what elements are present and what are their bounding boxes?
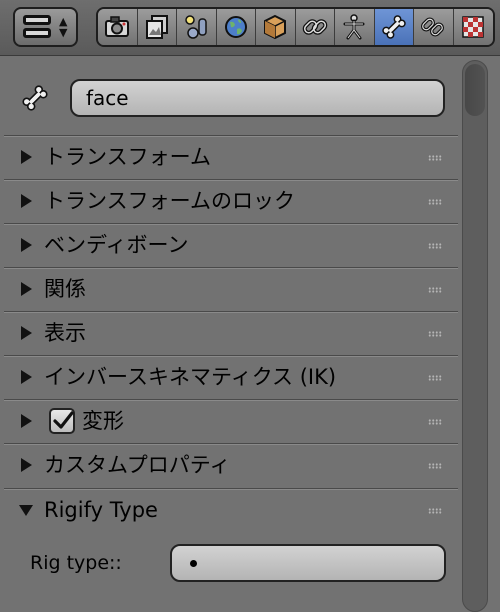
disclosure-triangle-down-icon <box>19 505 33 516</box>
drag-handle-icon[interactable] <box>428 243 442 249</box>
disclosure-triangle-right-icon <box>21 194 32 208</box>
panel-relations[interactable]: 関係 <box>4 267 458 310</box>
panel-label: ベンディボーン <box>44 233 189 257</box>
tab-texture[interactable] <box>453 9 493 45</box>
panel-bendy-bones[interactable]: ベンディボーン <box>4 223 458 266</box>
drag-handle-icon[interactable] <box>428 508 442 514</box>
scrollbar-thumb[interactable] <box>465 64 485 116</box>
disclosure-triangle-right-icon <box>21 326 32 340</box>
drag-handle-icon[interactable] <box>428 155 442 161</box>
bone-icon <box>22 85 48 111</box>
panel-deform[interactable]: 変形 <box>4 399 458 442</box>
panel-label: トランスフォームのロック <box>44 189 295 213</box>
stick-figure-icon <box>343 14 365 40</box>
tab-bone[interactable] <box>374 9 414 45</box>
chevron-up-down-icon: ▲ ▼ <box>59 15 68 39</box>
globe-icon <box>224 16 247 38</box>
panel-label: 変形 <box>82 409 124 433</box>
tab-object[interactable] <box>256 9 296 45</box>
panel-label: 関係 <box>44 277 86 301</box>
drag-handle-icon[interactable] <box>428 287 442 293</box>
tab-world[interactable] <box>216 9 256 45</box>
disclosure-triangle-right-icon <box>21 282 32 296</box>
drag-handle-icon[interactable] <box>428 463 442 469</box>
disclosure-triangle-right-icon <box>21 238 32 252</box>
panel-rigify-type[interactable]: Rigify Type <box>4 488 458 531</box>
drag-handle-icon[interactable] <box>428 375 442 381</box>
checkmark-icon <box>53 411 74 429</box>
drag-handle-icon[interactable] <box>428 419 442 425</box>
panel-transform-locks[interactable]: トランスフォームのロック <box>4 179 458 222</box>
panel-label: カスタムプロパティ <box>44 453 231 477</box>
chain-icon <box>302 19 328 35</box>
editor-type-selector[interactable]: ▲ ▼ <box>13 7 78 47</box>
disclosure-triangle-right-icon <box>21 458 32 472</box>
tab-render-layers[interactable] <box>137 9 177 45</box>
panel-label: インバースキネマティクス (IK) <box>44 365 337 389</box>
vertical-scrollbar[interactable] <box>462 60 488 612</box>
panel-custom-properties[interactable]: カスタムプロパティ <box>4 443 458 486</box>
scene-icon <box>185 15 207 39</box>
disclosure-triangle-right-icon <box>21 370 32 384</box>
disclosure-triangle-right-icon <box>21 414 32 428</box>
bone-constraint-icon <box>421 17 445 37</box>
properties-editor-icon <box>21 14 53 40</box>
bone-icon <box>382 15 406 39</box>
tab-bone-constraints[interactable] <box>414 9 454 45</box>
bone-properties-panel: face トランスフォーム トランスフォームのロック ベンディボーン 関係 表示… <box>0 57 458 612</box>
panel-display[interactable]: 表示 <box>4 311 458 354</box>
panel-label: 表示 <box>44 321 86 345</box>
layers-icon <box>145 15 168 39</box>
tab-armature[interactable] <box>335 9 375 45</box>
drag-handle-icon[interactable] <box>428 199 442 205</box>
rig-type-label: Rig type:: <box>30 552 122 574</box>
cube-icon <box>264 14 287 40</box>
properties-header: ▲ ▼ <box>0 0 500 56</box>
search-dot-icon <box>190 560 197 567</box>
bone-name-row: face <box>0 57 458 135</box>
deform-checkbox[interactable] <box>49 408 75 434</box>
panel-label: Rigify Type <box>44 498 158 522</box>
camera-icon <box>105 16 130 37</box>
rig-type-row: Rig type:: <box>4 535 458 612</box>
disclosure-triangle-right-icon <box>21 150 32 164</box>
panel-inverse-kinematics[interactable]: インバースキネマティクス (IK) <box>4 355 458 398</box>
context-tabs <box>96 7 495 47</box>
tab-render[interactable] <box>98 9 138 45</box>
rig-type-search-field[interactable] <box>170 544 446 582</box>
bone-name-input[interactable]: face <box>70 79 445 117</box>
tab-constraints[interactable] <box>295 9 335 45</box>
panel-transform[interactable]: トランスフォーム <box>4 135 458 178</box>
drag-handle-icon[interactable] <box>428 331 442 337</box>
tab-scene[interactable] <box>177 9 217 45</box>
checker-icon <box>462 16 484 38</box>
panel-label: トランスフォーム <box>44 145 211 169</box>
